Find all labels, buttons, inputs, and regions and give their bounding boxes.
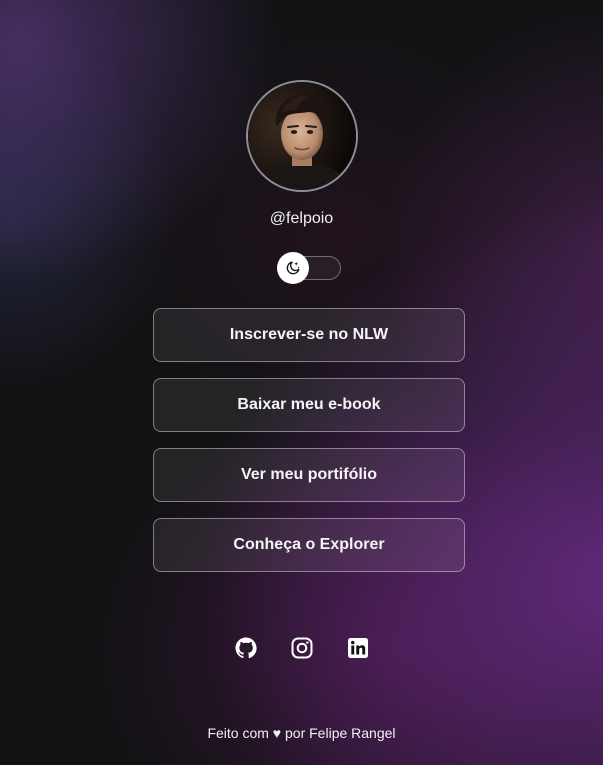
link-button-nlw[interactable]: Inscrever-se no NLW (153, 308, 465, 362)
username: @felpoio (269, 210, 334, 227)
linkedin-icon (347, 638, 368, 658)
github-link[interactable] (234, 636, 258, 660)
linkedin-link[interactable] (346, 636, 370, 660)
link-label: Conheça o Explorer (233, 536, 385, 553)
link-button-explorer[interactable]: Conheça o Explorer (153, 518, 465, 572)
instagram-icon (291, 637, 312, 659)
link-button-portfolio[interactable]: Ver meu portifólio (153, 448, 465, 502)
footer-credit: Feito com ♥ por Felipe Rangel (207, 725, 396, 741)
social-links (0, 636, 603, 660)
switch-knob[interactable] (277, 252, 309, 284)
link-button-ebook[interactable]: Baixar meu e-book (153, 378, 465, 432)
avatar-photo (247, 82, 356, 190)
link-label: Ver meu portifólio (240, 466, 377, 483)
instagram-link[interactable] (290, 636, 314, 660)
moon-stars-icon (286, 261, 300, 275)
profile: @felpoio (0, 80, 603, 229)
link-label: Inscrever-se no NLW (229, 326, 389, 343)
links-list: Inscrever-se no NLW Baixar meu e-book Ve… (153, 308, 465, 588)
link-label: Baixar meu e-book (237, 396, 381, 413)
theme-toggle-switch[interactable] (277, 252, 341, 284)
github-icon (235, 637, 257, 659)
avatar (245, 80, 358, 192)
